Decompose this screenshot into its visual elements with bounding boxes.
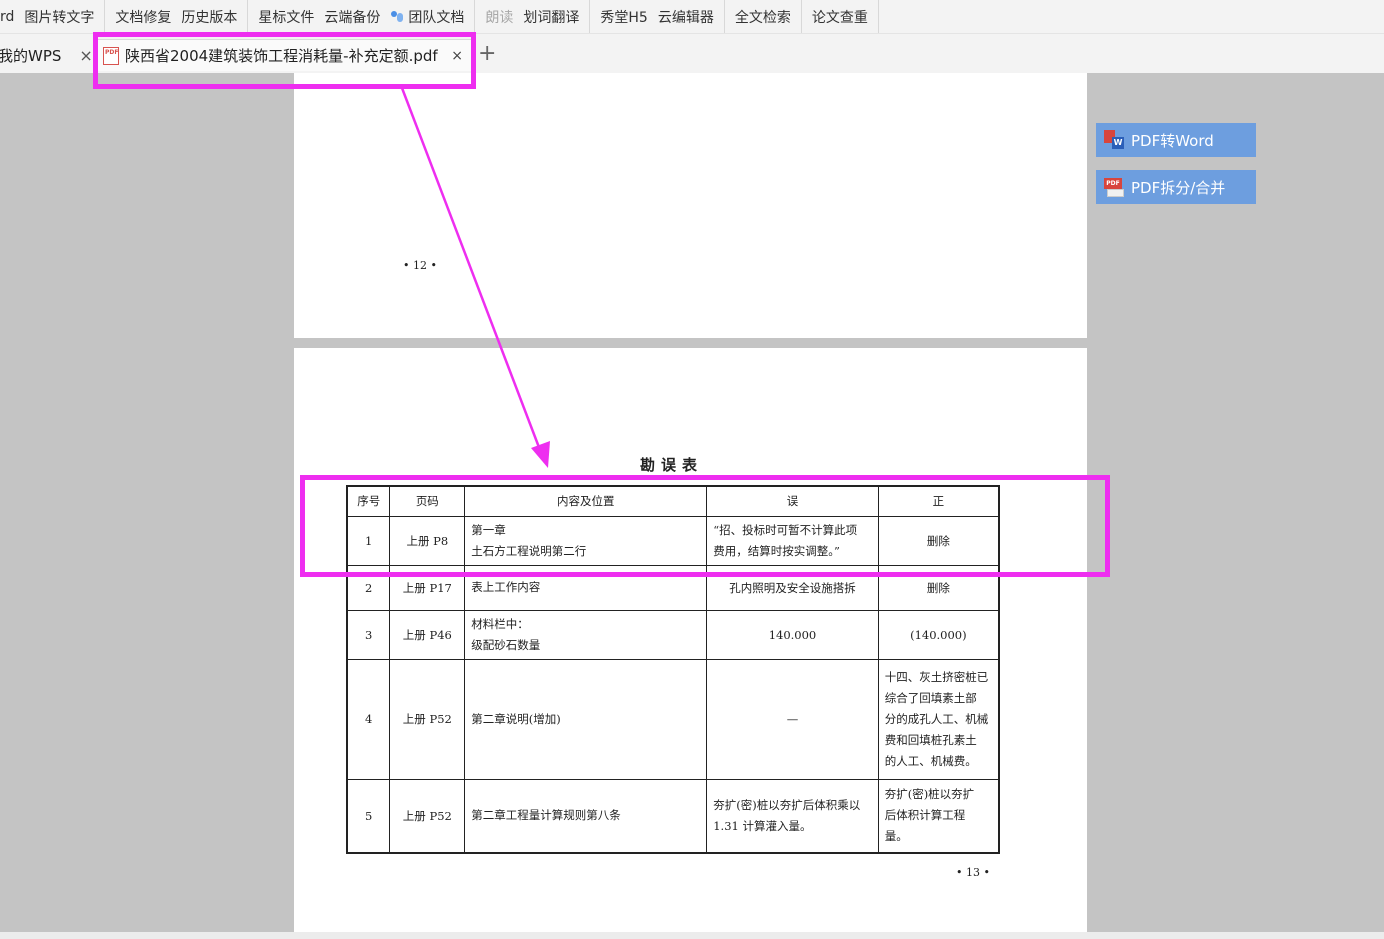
table-cell: 上册 P46 — [389, 609, 466, 660]
new-tab-plus-icon[interactable]: + — [478, 43, 496, 65]
table-cell: 第二章说明(增加) — [464, 658, 708, 780]
table-cell: 第二章工程量计算规则第八条 — [464, 778, 708, 854]
cell-line: 后体积计算工程 — [884, 808, 966, 823]
pdf-page-13: 勘误表 序号 页码 内容及位置误正 1 上册 P8 第一章 土石方工程说明第二行 “招、投标… — [294, 348, 1087, 932]
pdf-to-word-button[interactable]: PDF转Word — [1096, 123, 1256, 157]
cell-line: 表上工作内容 — [471, 580, 541, 594]
toolbar-group: 秀堂H5 云编辑器 — [590, 0, 725, 33]
toolbar-group: rd 图片转文字 — [0, 0, 106, 33]
page-number: • 12 • — [403, 259, 437, 272]
cell-line: 140.000 — [768, 627, 817, 642]
errata-table-title: 勘误表 — [640, 456, 704, 474]
table-row: 4 上册 P52 第二章说明(增加) — 十四、灰土挤密桩已 综合了回填素土部 分的成孔人工… — [346, 658, 1000, 780]
toolbar-item[interactable]: 图片转文字 — [24, 7, 94, 27]
table-row: 5 上册 P52 第二章工程量计算规则第八条 夯扩(密)桩以夯扩后体积乘以 1.31 计… — [346, 778, 1000, 854]
cell-line: 夯扩(密)桩以夯扩后体积乘以 — [713, 797, 861, 812]
cell-line: 第二章工程量计算规则第八条 — [471, 808, 621, 823]
close-icon[interactable]: × — [79, 46, 92, 65]
pdf-to-word-label: PDF转Word — [1131, 131, 1214, 150]
toolbar-item[interactable]: 团队文档 — [390, 7, 464, 27]
table-cell: 夯扩(密)桩以夯扩后体积乘以 1.31 计算灌入量。 — [706, 778, 879, 854]
cell-line: 十四、灰土挤密桩已 — [884, 669, 989, 684]
tab-my-wps-label: 我的WPS — [0, 46, 62, 65]
table-cell: 上册 P52 — [389, 658, 466, 780]
toolbar-group: 朗读 划词翻译 — [475, 0, 591, 33]
pdf-to-word-icon — [1104, 130, 1124, 150]
toolbar-item[interactable]: 文档修复 — [115, 7, 171, 27]
team-docs-icon — [390, 10, 404, 24]
cell-line: (140.000) — [910, 627, 967, 642]
cell-line: 综合了回填素土部 — [884, 690, 977, 705]
table-cell: 4 — [346, 658, 391, 780]
toolbar-item[interactable]: 朗读 — [485, 7, 513, 27]
status-bar — [0, 932, 1384, 939]
tab-my-wps[interactable]: 我的WPS × — [0, 42, 96, 68]
table-cell: 3 — [346, 609, 391, 660]
table-cell: 上册 P52 — [389, 778, 466, 854]
table-row: 3 上册 P46 材料栏中： 级配砂石数量 140.000 (140.000) — [346, 609, 1000, 660]
cell-line: — — [786, 712, 799, 726]
cell-line: 删除 — [926, 580, 950, 595]
page-number: • 13 • — [956, 866, 990, 879]
cell-line: 1.31 计算灌入量。 — [713, 818, 812, 833]
pdf-split-merge-label: PDF拆分/合并 — [1131, 178, 1226, 197]
toolbar-item[interactable]: rd — [0, 9, 14, 25]
cell-line: 孔内照明及安全设施搭拆 — [729, 580, 856, 595]
toolbar-group: 星标文件 云端备份 团队文档 — [248, 0, 476, 33]
cell-line: 材料栏中： — [471, 616, 529, 631]
table-cell: 夯扩(密)桩以夯扩 后体积计算工程 量。 — [877, 778, 1000, 854]
pdf-page-12: • 12 • — [294, 73, 1087, 338]
table-cell: 140.000 — [706, 609, 879, 660]
toolbar-item[interactable]: 全文检索 — [735, 7, 791, 27]
cell-line: 夯扩(密)桩以夯扩 — [884, 787, 975, 802]
cell-line: 量。 — [884, 829, 908, 844]
annotation-highlight-row — [300, 475, 1110, 577]
toolbar-item[interactable]: 历史版本 — [181, 7, 237, 27]
toolbar-item[interactable]: 星标文件 — [258, 7, 314, 27]
toolbar-item-label: 团队文档 — [408, 9, 465, 26]
toolbar-item[interactable]: 划词翻译 — [523, 7, 579, 27]
cell-line: 的人工、机械费。 — [884, 753, 977, 768]
cell-line: 分的成孔人工、机械 — [884, 711, 989, 726]
ribbon-toolbar: rd 图片转文字 文档修复 历史版本 星标文件 云端备份 团队文档 朗读 划词翻译 秀堂H5 云编辑… — [0, 0, 1384, 33]
table-cell: 材料栏中： 级配砂石数量 — [464, 609, 708, 660]
toolbar-group: 论文查重 — [802, 0, 879, 33]
table-cell: 5 — [346, 778, 391, 854]
toolbar-item[interactable]: 秀堂H5 — [600, 7, 647, 27]
toolbar-item[interactable]: 云端备份 — [324, 7, 380, 27]
toolbar-item[interactable]: 云编辑器 — [658, 7, 714, 27]
toolbar-item[interactable]: 论文查重 — [812, 7, 868, 27]
table-cell: 十四、灰土挤密桩已 综合了回填素土部 分的成孔人工、机械 费和回填桩孔素土 的人工、机械… — [877, 658, 1000, 780]
pdf-split-merge-button[interactable]: PDF拆分/合并 — [1096, 170, 1256, 204]
cell-line: 第二章说明(增加) — [471, 711, 561, 726]
cell-line: 费和回填桩孔素土 — [884, 732, 977, 747]
table-cell: (140.000) — [877, 609, 1000, 660]
toolbar-group: 全文检索 — [725, 0, 802, 33]
table-cell: — — [706, 658, 879, 780]
annotation-highlight-tab — [93, 32, 476, 89]
cell-line: 级配砂石数量 — [471, 637, 541, 652]
toolbar-group: 文档修复 历史版本 — [105, 0, 249, 33]
pdf-split-merge-icon — [1104, 177, 1124, 197]
